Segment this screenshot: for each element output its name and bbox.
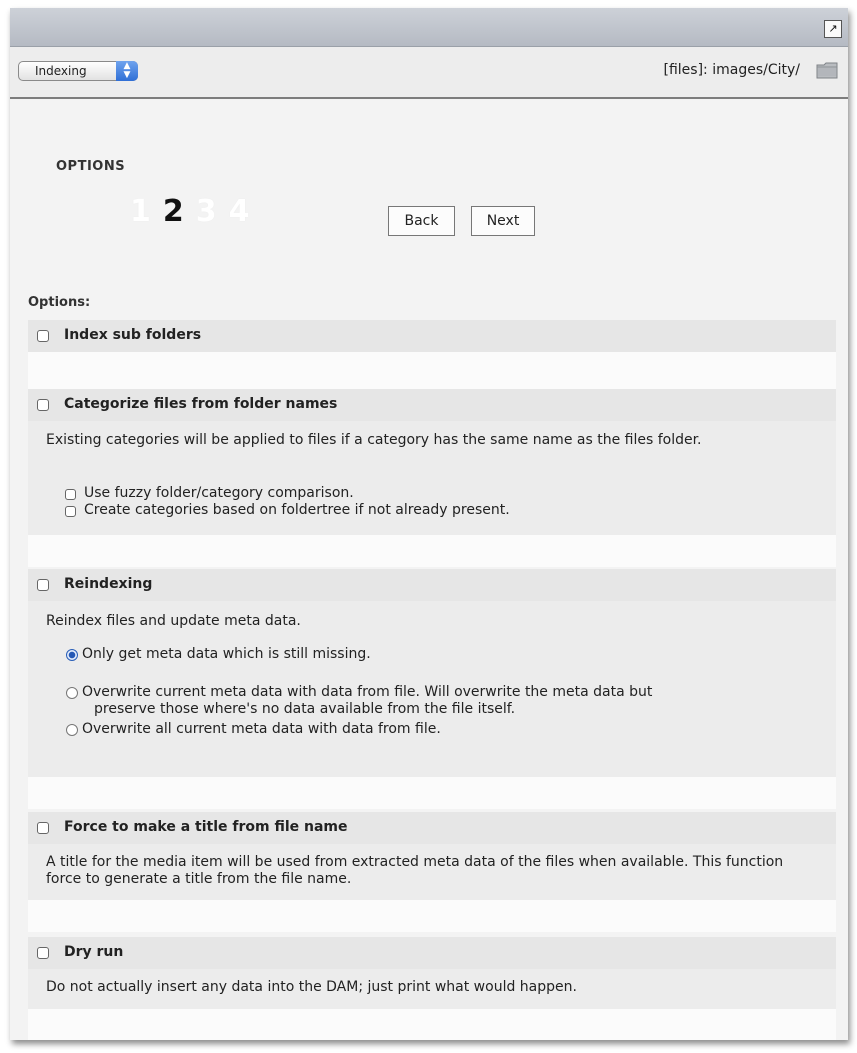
select-stepper-icon: ▲ ▼ <box>116 61 138 81</box>
step-2-current: 2 <box>162 194 184 229</box>
step-1: 1 <box>130 194 151 229</box>
option-title: Reindexing <box>64 576 153 592</box>
radio-overwrite-all[interactable]: Overwrite all current meta data with dat… <box>66 721 816 738</box>
step-3: 3 <box>195 194 217 229</box>
option-description: Reindex files and update meta data. <box>46 613 301 629</box>
option-body: A title for the media item will be used … <box>28 844 836 900</box>
index-sub-folders-checkbox[interactable] <box>37 330 49 342</box>
categorize-checkbox[interactable] <box>37 399 49 411</box>
radio-label: Only get meta data which is still missin… <box>82 646 371 662</box>
fuzzy-comparison-checkbox[interactable] <box>65 489 76 500</box>
create-categories-checkbox[interactable] <box>65 506 76 517</box>
step-4: 4 <box>228 194 250 229</box>
radio-overwrite-all-button[interactable] <box>66 724 78 736</box>
fuzzy-comparison-option: Use fuzzy folder/category comparison. <box>65 485 354 502</box>
option-header: Reindexing <box>28 569 836 601</box>
create-categories-option: Create categories based on foldertree if… <box>65 502 510 519</box>
radio-label: Overwrite all current meta data with dat… <box>82 721 441 737</box>
option-title: Force to make a title from file name <box>64 819 348 835</box>
reindexing-checkbox[interactable] <box>37 579 49 591</box>
current-path: [files]: images/City/ <box>663 62 800 78</box>
back-button[interactable]: Back <box>388 206 455 236</box>
option-header: Index sub folders <box>28 320 836 352</box>
wizard-steps: 1234 <box>130 194 262 229</box>
option-title: Dry run <box>64 944 124 960</box>
top-toolbar: ↗ <box>10 8 848 47</box>
option-title: Categorize files from folder names <box>64 396 338 412</box>
option-header: Categorize files from folder names <box>28 389 836 421</box>
create-categories-label: Create categories based on foldertree if… <box>84 502 510 518</box>
radio-missing-only[interactable]: Only get meta data which is still missin… <box>66 646 816 663</box>
dam-indexing-panel: ↗ Indexing ▲ ▼ [files]: images/City/ OPTI… <box>10 8 848 1040</box>
radio-label-cont: preserve those where's no data available… <box>94 701 516 717</box>
dry-run-checkbox[interactable] <box>37 947 49 959</box>
option-description: A title for the media item will be used … <box>46 854 784 887</box>
option-body: Do not actually insert any data into the… <box>28 969 836 1009</box>
next-button[interactable]: Next <box>471 206 535 236</box>
module-header: Indexing ▲ ▼ [files]: images/City/ <box>10 47 848 99</box>
option-header: Force to make a title from file name <box>28 812 836 844</box>
popout-icon[interactable]: ↗ <box>824 20 842 38</box>
divider <box>28 777 836 809</box>
section-title: OPTIONS <box>56 159 126 174</box>
divider <box>28 900 836 932</box>
option-description: Existing categories will be applied to f… <box>46 432 702 448</box>
radio-missing-only-button[interactable] <box>66 649 78 661</box>
radio-overwrite-current[interactable]: Overwrite current meta data with data fr… <box>66 684 816 718</box>
option-title: Index sub folders <box>64 327 202 343</box>
option-header: Dry run <box>28 937 836 969</box>
folder-icon[interactable] <box>816 62 838 79</box>
fuzzy-comparison-label: Use fuzzy folder/category comparison. <box>84 485 354 501</box>
module-select-value: Indexing <box>35 64 87 78</box>
divider <box>28 535 836 567</box>
option-description: Do not actually insert any data into the… <box>46 979 577 995</box>
divider <box>28 352 836 389</box>
options-label: Options: <box>28 295 91 310</box>
divider <box>28 1009 836 1040</box>
option-body: Existing categories will be applied to f… <box>28 421 836 535</box>
radio-overwrite-current-button[interactable] <box>66 687 78 699</box>
module-select[interactable]: Indexing ▲ ▼ <box>18 61 138 81</box>
radio-label: Overwrite current meta data with data fr… <box>82 684 653 700</box>
force-title-checkbox[interactable] <box>37 822 49 834</box>
option-body: Reindex files and update meta data. Only… <box>28 601 836 777</box>
